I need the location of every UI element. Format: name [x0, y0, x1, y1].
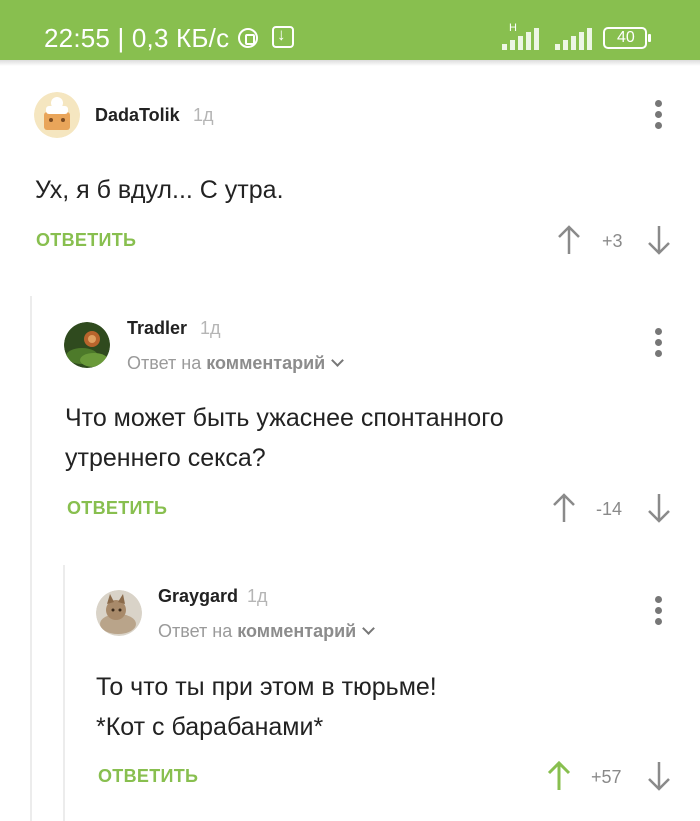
comment-text: То что ты при этом в тюрьме! *Кот с бара… — [96, 667, 437, 747]
comment-time: 1д — [200, 318, 221, 338]
comment-text: Что может быть ужаснее спонтанного утрен… — [65, 398, 504, 478]
comment-text-line: Ух, я б вдул... С утра. — [35, 176, 284, 204]
vote-score: +3 — [602, 231, 623, 251]
reply-to-target: комментарий — [237, 621, 357, 641]
username[interactable]: DadaTolik — [95, 105, 180, 126]
status-time: 22:55 | 0,3 КБ/с — [44, 23, 230, 53]
status-bar-shadow — [0, 60, 700, 66]
battery-icon: 40 — [603, 27, 651, 49]
chevron-down-icon — [362, 622, 376, 635]
reply-to-prefix: Ответ на — [127, 353, 202, 373]
avatar[interactable] — [96, 590, 142, 636]
reply-to-link[interactable]: Ответ на комментарий — [127, 353, 345, 374]
comment-time: 1д — [247, 586, 268, 606]
downvote-arrow-icon[interactable] — [646, 760, 672, 792]
more-options-icon[interactable] — [655, 328, 663, 358]
downvote-arrow-icon[interactable] — [646, 224, 672, 256]
upvote-arrow-icon[interactable] — [556, 224, 582, 256]
downvote-arrow-icon[interactable] — [646, 492, 672, 524]
reply-button[interactable]: ОТВЕТИТЬ — [36, 230, 136, 251]
battery-level: 40 — [617, 29, 635, 46]
signal-icon-2 — [555, 26, 603, 50]
thread-line-1 — [30, 296, 32, 821]
comment-text-line: То что ты при этом в тюрьме! — [96, 673, 437, 701]
comment-time: 1д — [193, 105, 214, 125]
upvote-arrow-icon[interactable] — [551, 492, 577, 524]
username[interactable]: Graygard — [158, 586, 238, 607]
avatar[interactable] — [34, 92, 80, 138]
avatar[interactable] — [64, 322, 110, 368]
comment-text-line: Что может быть ужаснее спонтанного — [65, 404, 504, 432]
thread-line-2 — [63, 565, 65, 821]
vote-score: -14 — [596, 499, 623, 519]
comment-text-line: утреннего секса? — [65, 444, 266, 472]
more-options-icon[interactable] — [655, 100, 663, 130]
signal-icon — [502, 26, 550, 50]
download-icon — [272, 25, 294, 48]
reply-to-target: комментарий — [206, 353, 326, 373]
whatsapp-icon — [238, 28, 258, 48]
more-options-icon[interactable] — [655, 596, 663, 626]
upvote-arrow-icon[interactable] — [546, 760, 572, 792]
comment-text-line: *Кот с барабанами* — [96, 713, 324, 741]
chevron-down-icon — [331, 354, 345, 367]
reply-to-prefix: Ответ на — [158, 621, 233, 641]
reply-button[interactable]: ОТВЕТИТЬ — [67, 498, 167, 519]
reply-to-link[interactable]: Ответ на комментарий — [158, 621, 376, 642]
reply-button[interactable]: ОТВЕТИТЬ — [98, 766, 198, 787]
comment-text: Ух, я б вдул... С утра. — [35, 170, 284, 210]
username[interactable]: Tradler — [127, 318, 187, 339]
status-bar: 22:55 | 0,3 КБ/с H 40 — [0, 0, 700, 60]
vote-score: +57 — [591, 767, 622, 787]
